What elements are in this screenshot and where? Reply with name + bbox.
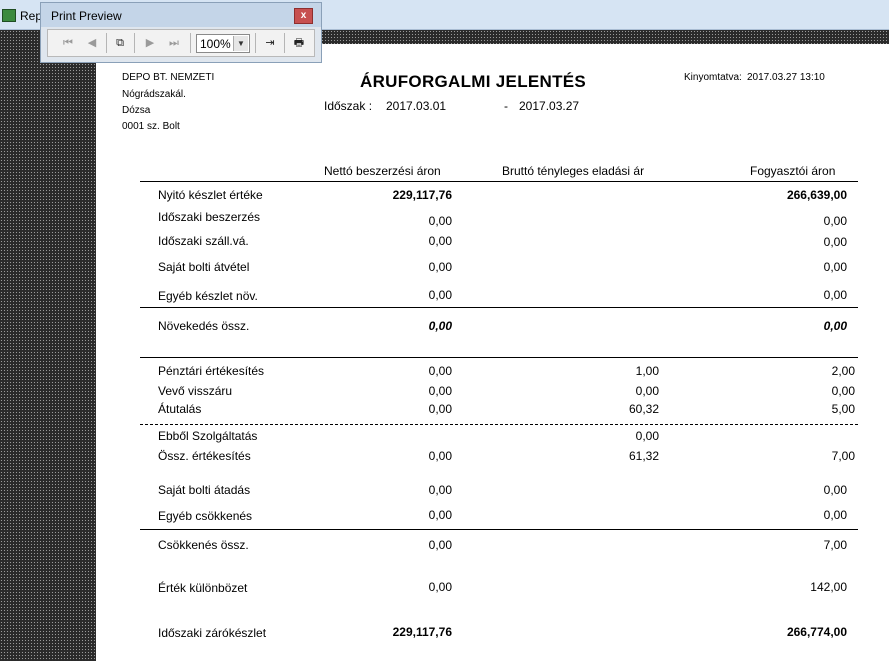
other-decrease-net: 0,00 xyxy=(428,508,452,522)
row-label-supplier-return: Időszaki száll.vá. xyxy=(158,234,249,248)
app-icon xyxy=(2,9,16,22)
closing-consumer: 266,774,00 xyxy=(786,625,847,639)
transfer-net: 0,00 xyxy=(428,402,452,416)
sales-total-net: 0,00 xyxy=(428,449,452,463)
services-gross: 0,00 xyxy=(635,429,659,443)
transfer-consumer: 5,00 xyxy=(831,402,855,416)
own-handover-net: 0,00 xyxy=(428,483,452,497)
toolbar-separator xyxy=(134,33,135,53)
sales-rule xyxy=(140,357,858,358)
toolbar-separator xyxy=(106,33,107,53)
printed-label: Kinyomtatva: xyxy=(684,72,742,83)
transfer-gross: 60,32 xyxy=(628,402,659,416)
company-street: Dózsa xyxy=(122,105,151,116)
own-receipt-net: 0,00 xyxy=(428,260,452,274)
period-dash: - xyxy=(504,99,508,113)
opening-net: 229,117,76 xyxy=(392,188,452,202)
period-from: 2017.03.01 xyxy=(386,99,447,113)
period-label: Időszak : xyxy=(324,99,373,113)
cash-sales-consumer: 2,00 xyxy=(831,364,855,378)
toolbar-separator xyxy=(284,33,285,53)
row-label-purchase: Időszaki beszerzés xyxy=(158,210,261,224)
next-page-icon[interactable]: ▶ xyxy=(140,33,160,53)
header-rule xyxy=(140,181,858,182)
printed-timestamp: 2017.03.27 13:10 xyxy=(747,72,825,83)
cash-sales-net: 0,00 xyxy=(428,364,452,378)
app-title: Rep xyxy=(20,9,43,23)
column-header-net: Nettó beszerzési áron xyxy=(324,164,441,178)
row-label-transfer: Átutalás xyxy=(158,402,202,416)
value-diff-consumer: 142,00 xyxy=(810,580,847,594)
other-increase-consumer: 0,00 xyxy=(823,288,847,302)
print-icon[interactable]: 🖶 xyxy=(289,33,309,53)
cash-sales-gross: 1,00 xyxy=(635,364,659,378)
increase-total-net: 0,00 xyxy=(428,319,452,333)
print-preview-toolbar: ⏮ ◀ ⧉ ▶ ⏭ 100% ▼ ⇥ 🖶 xyxy=(47,29,315,57)
chevron-down-icon[interactable]: ▼ xyxy=(233,36,248,51)
row-label-customer-return: Vevő visszáru xyxy=(158,384,233,398)
last-page-icon[interactable]: ⏭ xyxy=(164,33,184,53)
close-icon: x xyxy=(300,10,307,21)
copy-page-icon[interactable]: ⧉ xyxy=(110,33,130,53)
report-page: DEPO BT. NEMZETI Nógrádszakál. Dózsa 000… xyxy=(96,44,889,661)
close-button[interactable]: x xyxy=(294,8,313,24)
company-name: DEPO BT. NEMZETI xyxy=(122,72,215,83)
closing-net: 229,117,76 xyxy=(392,625,452,639)
other-increase-net: 0,00 xyxy=(428,288,452,302)
row-label-closing: Időszaki zárókészlet xyxy=(158,626,267,640)
decrease-total-consumer: 7,00 xyxy=(823,538,847,552)
zoom-select[interactable]: 100% ▼ xyxy=(196,34,250,53)
toolbar-separator xyxy=(190,33,191,53)
toolbar-separator xyxy=(255,33,256,53)
row-label-opening: Nyitó készlet értéke xyxy=(158,188,263,202)
supplier-return-consumer: 0,00 xyxy=(823,235,847,249)
row-label-services: Ebből Szolgáltatás xyxy=(158,429,258,443)
row-label-other-decrease: Egyéb csökkenés xyxy=(158,509,253,523)
own-handover-consumer: 0,00 xyxy=(823,483,847,497)
customer-return-net: 0,00 xyxy=(428,384,452,398)
zoom-value: 100% xyxy=(200,37,231,51)
services-dashed-rule xyxy=(140,424,858,425)
first-page-icon[interactable]: ⏮ xyxy=(58,33,78,53)
previous-page-icon[interactable]: ◀ xyxy=(82,33,102,53)
value-diff-net: 0,00 xyxy=(428,580,452,594)
row-label-sales-total: Össz. értékesítés xyxy=(158,449,251,463)
row-label-own-handover: Saját bolti átadás xyxy=(158,483,251,497)
increase-total-consumer: 0,00 xyxy=(823,319,847,333)
print-preview-title-bar[interactable]: Print Preview x xyxy=(41,3,321,27)
decrease-total-net: 0,00 xyxy=(428,538,452,552)
opening-consumer: 266,639,00 xyxy=(786,188,847,202)
other-decrease-consumer: 0,00 xyxy=(823,508,847,522)
row-label-increase-total: Növekedés össz. xyxy=(158,319,250,333)
purchase-consumer: 0,00 xyxy=(823,214,847,228)
shop-name: 0001 sz. Bolt xyxy=(122,121,180,132)
column-header-gross: Bruttó tényleges eladási ár xyxy=(502,164,645,178)
print-preview-title: Print Preview xyxy=(51,9,122,23)
purchase-net: 0,00 xyxy=(428,214,452,228)
row-label-cash-sales: Pénztári értékesítés xyxy=(158,364,265,378)
report-title: ÁRUFORGALMI JELENTÉS xyxy=(360,72,587,91)
row-label-value-diff: Érték különbözet xyxy=(158,581,248,595)
customer-return-gross: 0,00 xyxy=(635,384,659,398)
exit-preview-icon[interactable]: ⇥ xyxy=(260,33,280,53)
customer-return-consumer: 0,00 xyxy=(831,384,855,398)
company-city: Nógrádszakál. xyxy=(122,89,186,100)
sales-total-gross: 61,32 xyxy=(628,449,659,463)
increase-rule xyxy=(140,307,858,308)
column-header-consumer: Fogyasztói áron xyxy=(750,164,836,178)
sales-total-consumer: 7,00 xyxy=(831,449,855,463)
print-preview-window[interactable]: Print Preview x ⏮ ◀ ⧉ ▶ ⏭ 100% ▼ ⇥ 🖶 xyxy=(40,2,322,63)
row-label-own-receipt: Saját bolti átvétel xyxy=(158,260,250,274)
row-label-other-increase: Egyéb készlet növ. xyxy=(158,289,258,303)
row-label-decrease-total: Csökkenés össz. xyxy=(158,538,249,552)
own-receipt-consumer: 0,00 xyxy=(823,260,847,274)
decrease-rule xyxy=(140,529,858,530)
period-to: 2017.03.27 xyxy=(519,99,580,113)
supplier-return-net: 0,00 xyxy=(428,234,452,248)
